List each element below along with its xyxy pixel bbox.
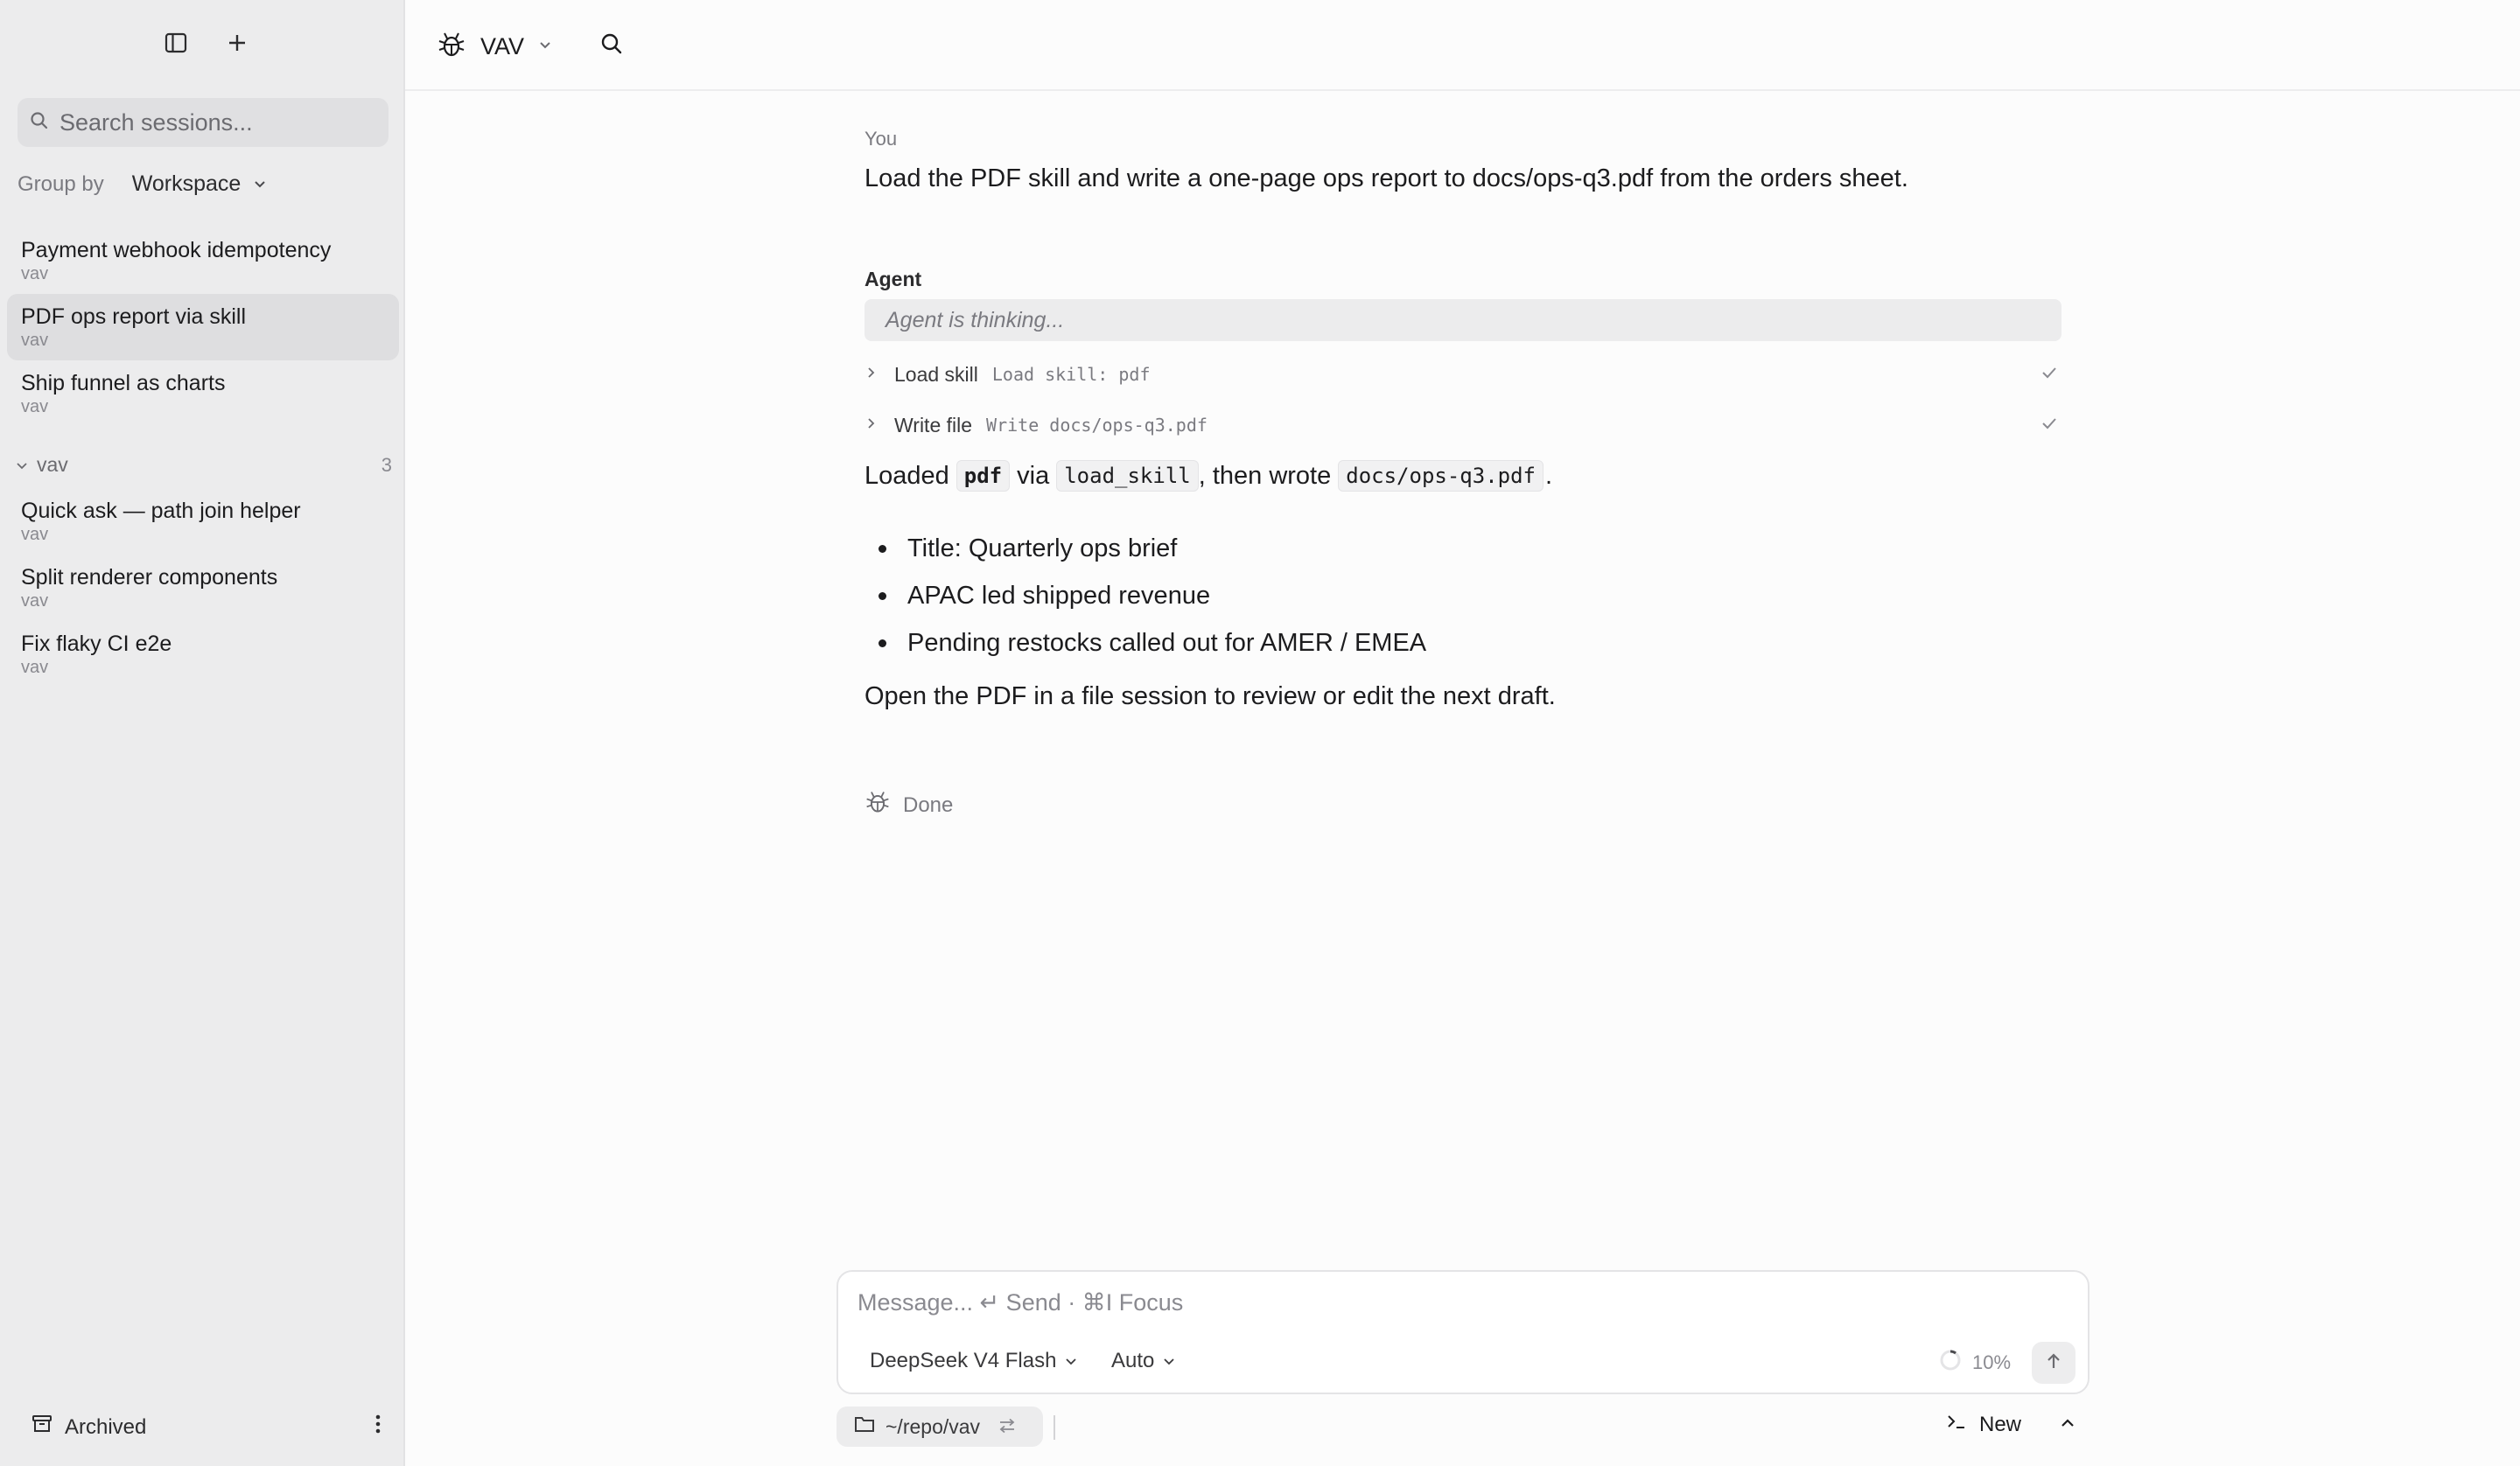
session-workspace: vav [21,591,49,611]
message-composer[interactable]: Message... ↵ Send · ⌘I Focus DeepSeek V4… [836,1270,2090,1394]
tool-detail: Load skill: pdf [991,364,1151,385]
user-label: You [864,128,898,150]
swap-icon[interactable] [998,1415,1017,1439]
composer-footer: ~/repo/vav New [836,1405,2090,1449]
check-icon [2040,364,2058,386]
session-workspace: vav [21,264,49,283]
chevron-down-icon [1065,1349,1077,1373]
summary-text: via [1017,462,1050,490]
new-label: New [1979,1412,2022,1436]
session-title: Quick ask — path join helper [21,499,301,523]
sidebar: Group by Workspace Payment webhook idemp… [0,0,405,1466]
tool-call-row[interactable]: Load skill Load skill: pdf [864,359,2062,390]
closing-text: Open the PDF in a file session to review… [864,682,1556,710]
workspace-path: ~/repo/vav [886,1414,981,1438]
new-terminal-button[interactable]: New [1946,1412,2021,1437]
group-by-value[interactable]: Workspace [132,171,242,197]
top-bar: VAV [405,0,2520,91]
tool-name: Load skill [894,362,978,386]
bug-icon [437,30,466,64]
session-workspace: vav [21,331,49,350]
group-by-label: Group by [18,171,104,196]
chevron-down-icon [538,38,552,56]
workspace-switcher[interactable]: VAV [437,30,552,64]
session-workspace: vav [21,525,49,544]
arrow-up-icon [2044,1351,2063,1375]
folder-icon [854,1414,875,1439]
chevron-down-icon [253,172,267,197]
list-item: Title: Quarterly ops brief [864,525,1426,572]
list-item: Pending restocks called out for AMER / E… [864,619,1426,667]
session-item[interactable]: Fix flaky CI e2e vav [7,621,399,688]
summary-bullets: Title: Quarterly ops brief APAC led ship… [864,525,1426,667]
session-search[interactable] [18,98,388,147]
inline-code: load_skill [1056,460,1199,492]
status-text: Done [903,792,954,817]
archived-label: Archived [65,1414,147,1439]
context-usage: 10% [1939,1349,2011,1377]
conversation: You Load the PDF skill and write a one-p… [864,128,2063,817]
new-session-icon[interactable] [224,30,250,56]
search-icon [30,111,49,135]
message-input[interactable]: Message... ↵ Send · ⌘I Focus [858,1289,1183,1316]
thinking-text: Agent is thinking... [886,307,1065,332]
archive-icon [32,1414,52,1441]
search-icon[interactable] [599,31,624,60]
agent-summary: Loaded pdf via load_skill , then wrote d… [864,458,1552,493]
summary-text: Loaded [864,462,949,490]
group-by-selector[interactable]: Group by Workspace [18,171,267,197]
check-icon [2040,415,2058,436]
toggle-sidebar-icon[interactable] [163,30,189,56]
tool-detail: Write docs/ops-q3.pdf [986,415,1208,436]
summary-text: . [1545,462,1553,490]
progress-ring-icon [1939,1349,1962,1377]
session-item-active[interactable]: PDF ops report via skill vav [7,294,399,360]
status-row: Done [864,789,953,821]
inline-code: pdf [956,460,1011,492]
session-item[interactable]: Ship funnel as charts vav [7,360,399,427]
inline-code: docs/ops-q3.pdf [1338,460,1544,492]
session-workspace: vav [21,658,49,677]
session-workspace: vav [21,397,49,416]
session-title: Payment webhook idempotency [21,238,332,262]
chevron-right-icon [864,366,877,383]
session-title: Split renderer components [21,565,278,590]
group-count: 3 [381,453,392,476]
bug-icon [864,789,891,821]
workspace-path-chip[interactable]: ~/repo/vav [836,1407,1043,1447]
search-input[interactable] [60,108,374,136]
model-name: DeepSeek V4 Flash [870,1349,1057,1372]
session-title: Ship funnel as charts [21,371,226,395]
thinking-indicator[interactable]: Agent is thinking... [864,299,2062,341]
chevron-right-icon [864,417,877,434]
terminal-icon [1946,1412,1967,1437]
session-item[interactable]: Quick ask — path join helper vav [7,488,399,555]
tool-call-row[interactable]: Write file Write docs/ops-q3.pdf [864,409,2062,441]
archived-row[interactable]: Archived [32,1414,382,1441]
chevron-down-icon [1163,1349,1175,1373]
agent-label: Agent [864,268,922,290]
tool-name: Write file [894,413,973,436]
session-item[interactable]: Payment webhook idempotency vav [7,227,399,294]
send-button[interactable] [2032,1342,2076,1384]
mode-selector[interactable]: Auto [1111,1349,1175,1373]
chevron-up-icon[interactable] [2058,1414,2077,1437]
list-item: APAC led shipped revenue [864,572,1426,619]
user-message: Load the PDF skill and write a one-page … [864,164,1908,192]
group-name: vav [37,453,68,476]
chevron-down-icon [16,453,28,477]
session-title: PDF ops report via skill [21,304,247,329]
summary-text: , then wrote [1198,462,1332,490]
session-title: Fix flaky CI e2e [21,632,172,656]
divider [1054,1415,1055,1440]
sidebar-toolbar [163,30,250,56]
mode-name: Auto [1111,1349,1155,1372]
model-selector[interactable]: DeepSeek V4 Flash [870,1349,1077,1373]
usage-percent: 10% [1972,1351,2012,1373]
session-item[interactable]: Split renderer components vav [7,555,399,621]
workspace-name: VAV [480,33,525,59]
more-options-icon[interactable] [374,1414,382,1441]
workspace-group-header[interactable]: vav 3 [16,453,392,477]
